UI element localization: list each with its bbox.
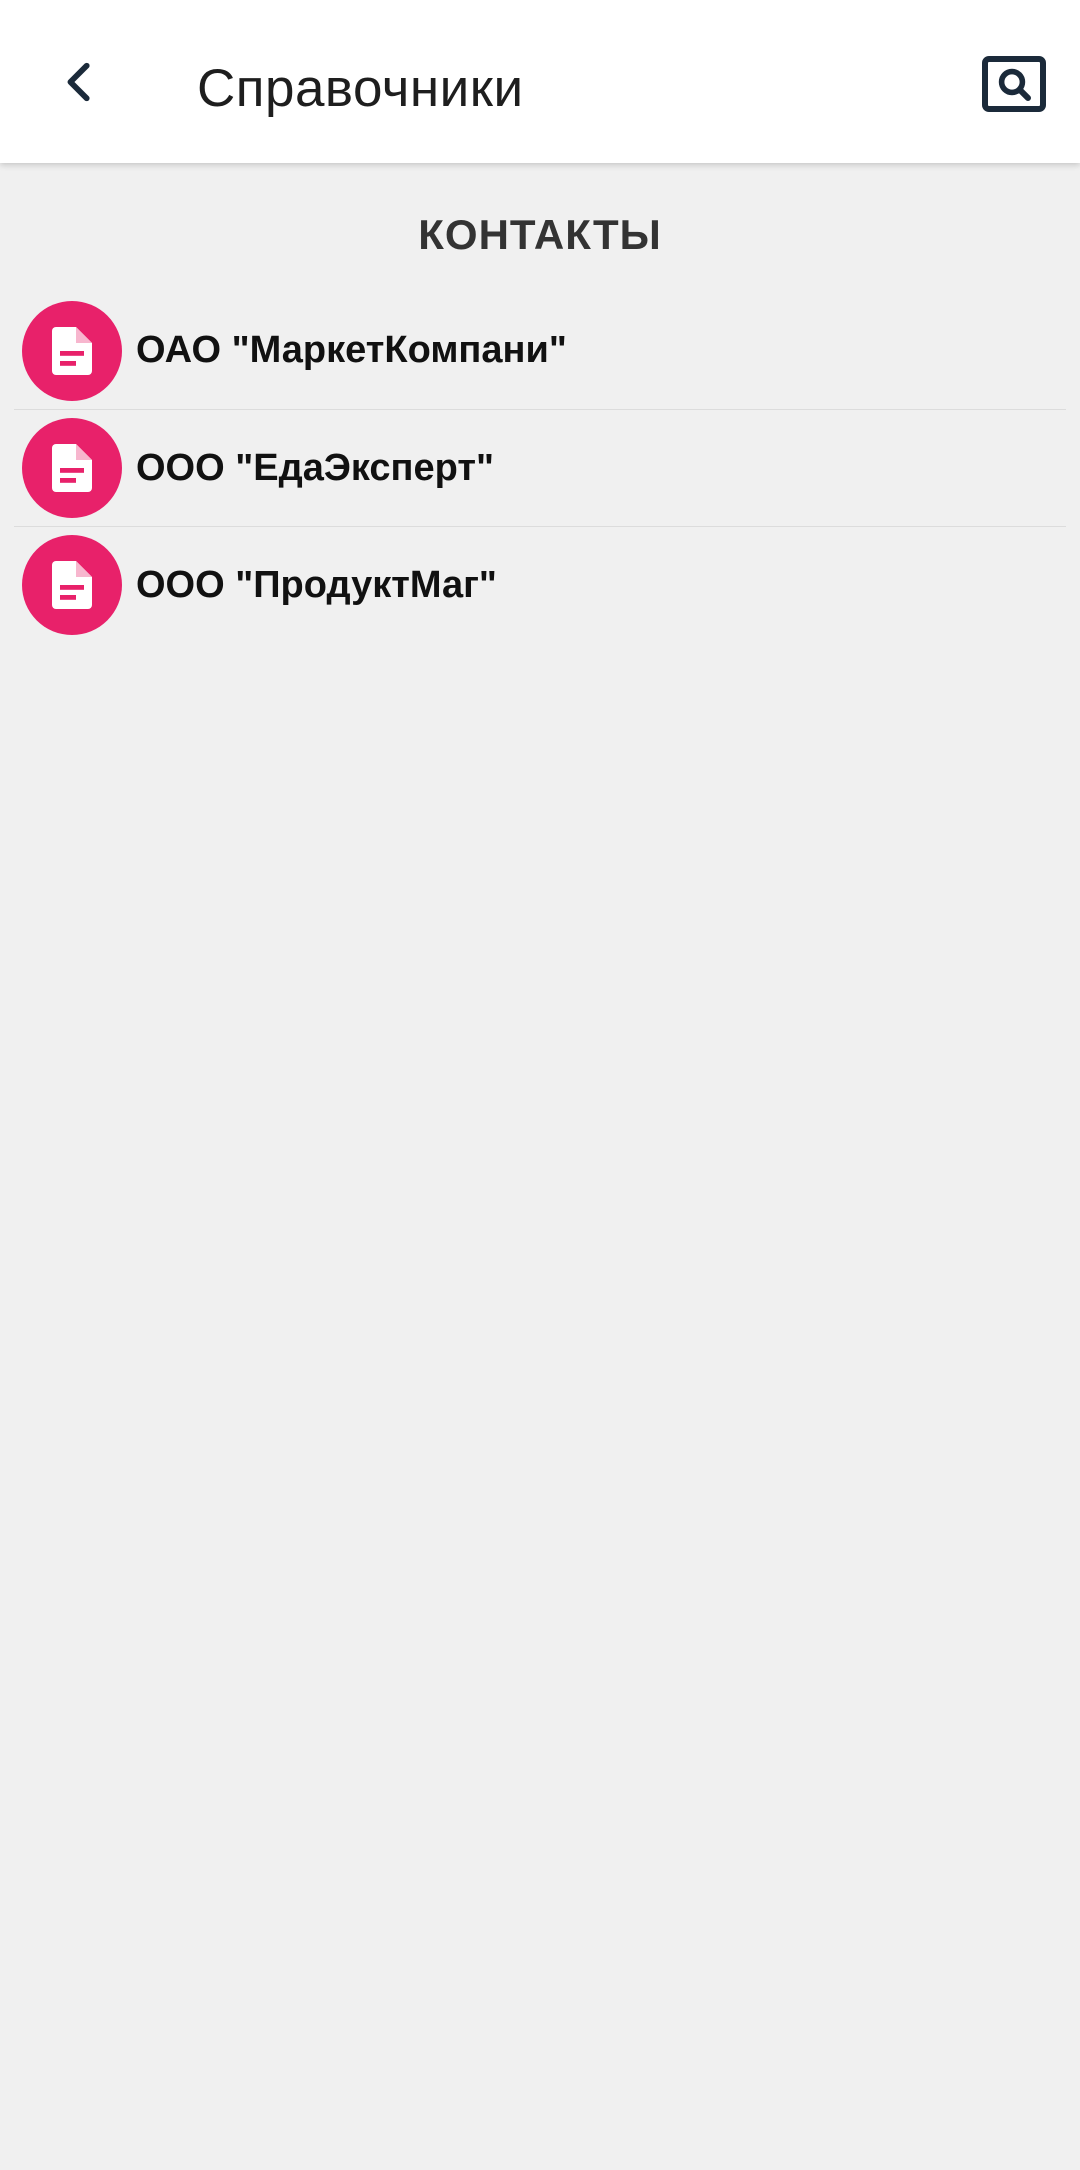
- app-bar: Справочники: [0, 0, 1080, 163]
- search-button[interactable]: [978, 48, 1050, 120]
- document-icon: [52, 326, 92, 375]
- search-document-icon: [982, 56, 1046, 112]
- list-item-label: ООО "ПродуктМаг": [136, 563, 497, 606]
- page-title: Справочники: [197, 59, 524, 118]
- contacts-list: ОАО "МаркетКомпани" ООО "ЕдаЭксперт" ООО…: [14, 292, 1066, 643]
- list-item-label: ОАО "МаркетКомпани": [136, 329, 567, 371]
- app-screen: Справочники КОНТАКТЫ ОАО "МаркетКомпани": [0, 0, 1080, 2170]
- document-icon: [52, 444, 92, 492]
- list-item-label: ООО "ЕдаЭксперт": [136, 446, 494, 489]
- list-item[interactable]: ООО "ЕдаЭксперт": [14, 409, 1066, 526]
- avatar: [22, 418, 122, 518]
- section-title: КОНТАКТЫ: [418, 211, 662, 258]
- chevron-left-icon: [67, 62, 90, 102]
- avatar: [22, 300, 122, 401]
- back-button[interactable]: [40, 42, 120, 122]
- document-icon: [52, 561, 92, 609]
- list-item[interactable]: ООО "ПродуктМаг": [14, 526, 1066, 643]
- avatar: [22, 535, 122, 635]
- list-item[interactable]: ОАО "МаркетКомпани": [14, 292, 1066, 409]
